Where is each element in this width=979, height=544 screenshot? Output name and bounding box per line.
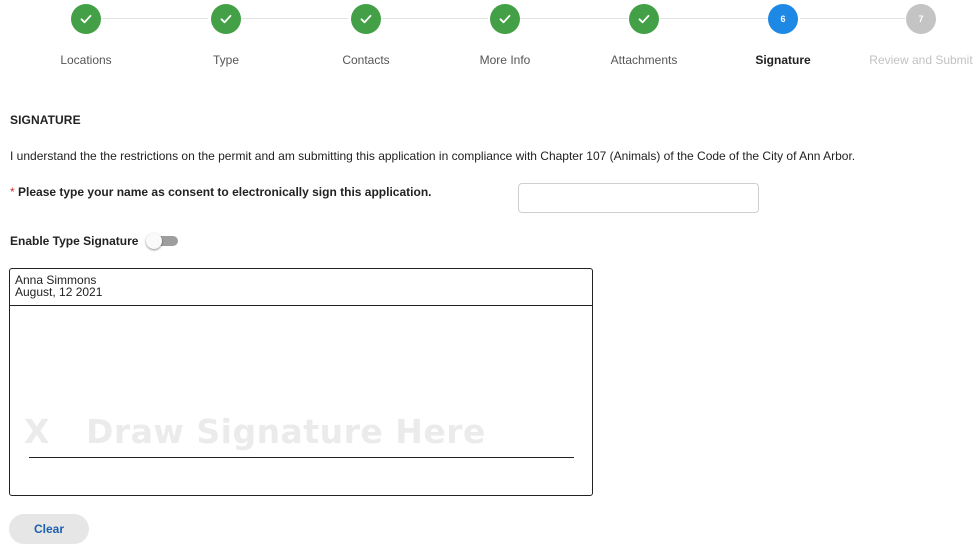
check-icon <box>638 14 650 24</box>
progress-stepper: Locations Type Contacts More Info Attach… <box>0 0 979 80</box>
consent-label: * Please type your name as consent to el… <box>10 185 431 199</box>
check-icon <box>360 14 372 24</box>
signature-pad[interactable]: Anna Simmons August, 12 2021 X Draw Signa… <box>9 268 593 496</box>
step-complete-circle <box>71 4 101 34</box>
step-label: Contacts <box>342 53 390 67</box>
step-complete-circle <box>211 4 241 34</box>
clear-button[interactable]: Clear <box>9 514 89 544</box>
signature-placeholder-text: Draw Signature Here <box>85 412 486 451</box>
signature-placeholder: X Draw Signature Here <box>24 412 486 451</box>
step-label: Signature <box>755 53 811 67</box>
step-signature[interactable]: 6 Signature <box>718 4 848 67</box>
step-label: Review and Submit <box>869 53 973 67</box>
check-icon <box>80 14 92 24</box>
step-complete-circle <box>490 4 520 34</box>
consent-name-input[interactable] <box>518 183 759 213</box>
section-title: SIGNATURE <box>10 113 81 127</box>
step-complete-circle <box>629 4 659 34</box>
required-marker: * <box>10 185 15 199</box>
step-type[interactable]: Type <box>161 4 291 67</box>
step-locations[interactable]: Locations <box>21 4 151 67</box>
signature-header: Anna Simmons August, 12 2021 <box>10 269 592 306</box>
step-contacts[interactable]: Contacts <box>301 4 431 67</box>
signature-baseline <box>29 457 574 458</box>
compliance-statement: I understand the the restrictions on the… <box>10 149 856 163</box>
step-complete-circle <box>351 4 381 34</box>
check-icon <box>220 14 232 24</box>
consent-label-text: Please type your name as consent to elec… <box>18 185 432 199</box>
step-label: Locations <box>60 53 112 67</box>
type-signature-toggle[interactable] <box>146 233 179 249</box>
type-signature-label: Enable Type Signature <box>10 234 139 248</box>
step-label: Attachments <box>610 53 678 67</box>
check-icon <box>499 14 511 24</box>
type-signature-toggle-row: Enable Type Signature <box>10 233 179 249</box>
step-number-badge: 6 <box>768 4 798 34</box>
step-number-badge: 7 <box>906 4 936 34</box>
step-attachments[interactable]: Attachments <box>579 4 709 67</box>
step-label: More Info <box>479 53 531 67</box>
signed-date: August, 12 2021 <box>15 285 103 299</box>
toggle-knob <box>146 233 163 249</box>
signature-x-mark: X <box>24 412 50 451</box>
step-review-and-submit[interactable]: 7 Review and Submit <box>856 4 979 67</box>
step-label: Type <box>212 53 239 67</box>
step-more-info[interactable]: More Info <box>440 4 570 67</box>
